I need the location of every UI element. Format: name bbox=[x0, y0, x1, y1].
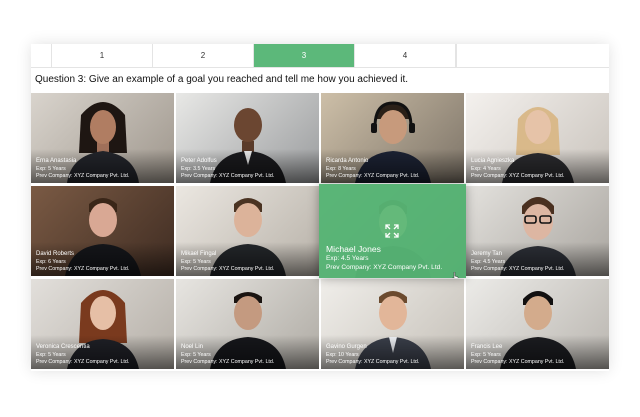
tab-edge-left bbox=[31, 44, 52, 67]
tab-question-2[interactable]: 2 bbox=[153, 44, 254, 67]
candidate-info: Peter Adolfus Exp: 3.5 Years Prev Compan… bbox=[181, 158, 274, 180]
candidate-name: Ricarda Antonio bbox=[326, 158, 369, 165]
candidate-company: Prev Company: XYZ Company Pvt. Ltd. bbox=[326, 264, 443, 271]
candidate-name: David Roberts bbox=[36, 251, 75, 258]
candidate-tile[interactable]: Lucia Agnieszka Exp: 4 Years Prev Compan… bbox=[466, 93, 609, 183]
candidate-experience: Exp: 5 Years bbox=[181, 258, 211, 265]
candidate-company: Prev Company: XYZ Company Pvt. Ltd. bbox=[471, 172, 565, 179]
candidate-experience: Exp: 5 Years bbox=[471, 351, 501, 358]
candidate-info: Noel Lin Exp: 5 Years Prev Company: XYZ … bbox=[181, 344, 274, 366]
candidate-tile[interactable]: Peter Adolfus Exp: 3.5 Years Prev Compan… bbox=[176, 93, 319, 183]
candidate-experience: Exp: 8 Years bbox=[326, 165, 356, 172]
candidate-name: Erna Anastasia bbox=[36, 158, 77, 165]
candidate-company: Prev Company: XYZ Company Pvt. Ltd. bbox=[326, 172, 420, 179]
candidate-name: Jeremy Tan bbox=[471, 251, 502, 258]
candidate-info: Lucia Agnieszka Exp: 4 Years Prev Compan… bbox=[471, 158, 564, 180]
candidate-name: Mikael Fingal bbox=[181, 251, 217, 258]
candidate-video-grid: Erna Anastasia Exp: 5 Years Prev Company… bbox=[31, 93, 609, 371]
pointer-cursor-icon bbox=[452, 272, 459, 278]
tab-edge-right bbox=[456, 44, 507, 67]
candidate-info: Francis Lee Exp: 5 Years Prev Company: X… bbox=[471, 344, 564, 366]
candidate-info: Michael Jones Exp: 4.5 Years Prev Compan… bbox=[326, 245, 442, 272]
candidate-name: Peter Adolfus bbox=[181, 158, 217, 165]
candidate-company: Prev Company: XYZ Company Pvt. Ltd. bbox=[471, 265, 565, 272]
tab-question-4[interactable]: 4 bbox=[355, 44, 456, 67]
candidate-info: Gavino Gurgen Exp: 10 Years Prev Company… bbox=[326, 344, 419, 366]
expand-icon[interactable] bbox=[385, 224, 399, 238]
candidate-tile[interactable]: Veronica Crescentia Exp: 5 Years Prev Co… bbox=[31, 279, 174, 369]
candidate-name: Gavino Gurgen bbox=[326, 344, 367, 351]
candidate-info: Veronica Crescentia Exp: 5 Years Prev Co… bbox=[36, 344, 129, 366]
candidate-experience: Exp: 10 Years bbox=[326, 351, 359, 358]
candidate-company: Prev Company: XYZ Company Pvt. Ltd. bbox=[36, 358, 130, 365]
candidate-company: Prev Company: XYZ Company Pvt. Ltd. bbox=[471, 358, 565, 365]
candidate-company: Prev Company: XYZ Company Pvt. Ltd. bbox=[36, 172, 130, 179]
question-text: Question 3: Give an example of a goal yo… bbox=[35, 74, 409, 85]
candidate-tile[interactable]: Francis Lee Exp: 5 Years Prev Company: X… bbox=[466, 279, 609, 369]
candidate-tile[interactable]: David Roberts Exp: 6 Years Prev Company:… bbox=[31, 186, 174, 276]
candidate-tile[interactable]: Gavino Gurgen Exp: 10 Years Prev Company… bbox=[321, 279, 464, 369]
candidate-name: Michael Jones bbox=[326, 244, 381, 254]
candidate-tile[interactable]: Jeremy Tan Exp: 4.5 Years Prev Company: … bbox=[466, 186, 609, 276]
candidate-company: Prev Company: XYZ Company Pvt. Ltd. bbox=[181, 358, 275, 365]
candidate-info: Mikael Fingal Exp: 5 Years Prev Company:… bbox=[181, 251, 274, 273]
candidate-name: Noel Lin bbox=[181, 344, 204, 351]
question-tabs: 1 2 3 4 bbox=[31, 44, 609, 68]
candidate-experience: Exp: 4 Years bbox=[471, 165, 501, 172]
candidate-experience: Exp: 3.5 Years bbox=[181, 165, 216, 172]
candidate-company: Prev Company: XYZ Company Pvt. Ltd. bbox=[181, 265, 275, 272]
candidate-info: David Roberts Exp: 6 Years Prev Company:… bbox=[36, 251, 129, 273]
candidate-info: Jeremy Tan Exp: 4.5 Years Prev Company: … bbox=[471, 251, 564, 273]
candidate-tile[interactable]: Erna Anastasia Exp: 5 Years Prev Company… bbox=[31, 93, 174, 183]
candidate-tile[interactable]: Ricarda Antonio Exp: 8 Years Prev Compan… bbox=[321, 93, 464, 183]
candidate-experience: Exp: 4.5 Years bbox=[326, 255, 369, 262]
candidate-name: Francis Lee bbox=[471, 344, 503, 351]
candidate-name: Veronica Crescentia bbox=[36, 344, 90, 351]
candidate-company: Prev Company: XYZ Company Pvt. Ltd. bbox=[181, 172, 275, 179]
candidate-tile[interactable]: Noel Lin Exp: 5 Years Prev Company: XYZ … bbox=[176, 279, 319, 369]
candidate-experience: Exp: 4.5 Years bbox=[471, 258, 506, 265]
candidate-info: Erna Anastasia Exp: 5 Years Prev Company… bbox=[36, 158, 129, 180]
candidate-company: Prev Company: XYZ Company Pvt. Ltd. bbox=[36, 265, 130, 272]
interview-panel: 1 2 3 4 Question 3: Give an example of a… bbox=[31, 44, 609, 371]
candidate-experience: Exp: 5 Years bbox=[36, 165, 66, 172]
candidate-experience: Exp: 5 Years bbox=[181, 351, 211, 358]
candidate-info: Ricarda Antonio Exp: 8 Years Prev Compan… bbox=[326, 158, 419, 180]
candidate-tile-selected[interactable]: Michael Jones Exp: 4.5 Years Prev Compan… bbox=[319, 184, 466, 278]
candidate-company: Prev Company: XYZ Company Pvt. Ltd. bbox=[326, 358, 420, 365]
candidate-experience: Exp: 5 Years bbox=[36, 351, 66, 358]
tab-question-3[interactable]: 3 bbox=[254, 44, 355, 67]
candidate-experience: Exp: 6 Years bbox=[36, 258, 66, 265]
candidate-name: Lucia Agnieszka bbox=[471, 158, 515, 165]
tab-question-1[interactable]: 1 bbox=[52, 44, 153, 67]
candidate-tile[interactable]: Mikael Fingal Exp: 5 Years Prev Company:… bbox=[176, 186, 319, 276]
